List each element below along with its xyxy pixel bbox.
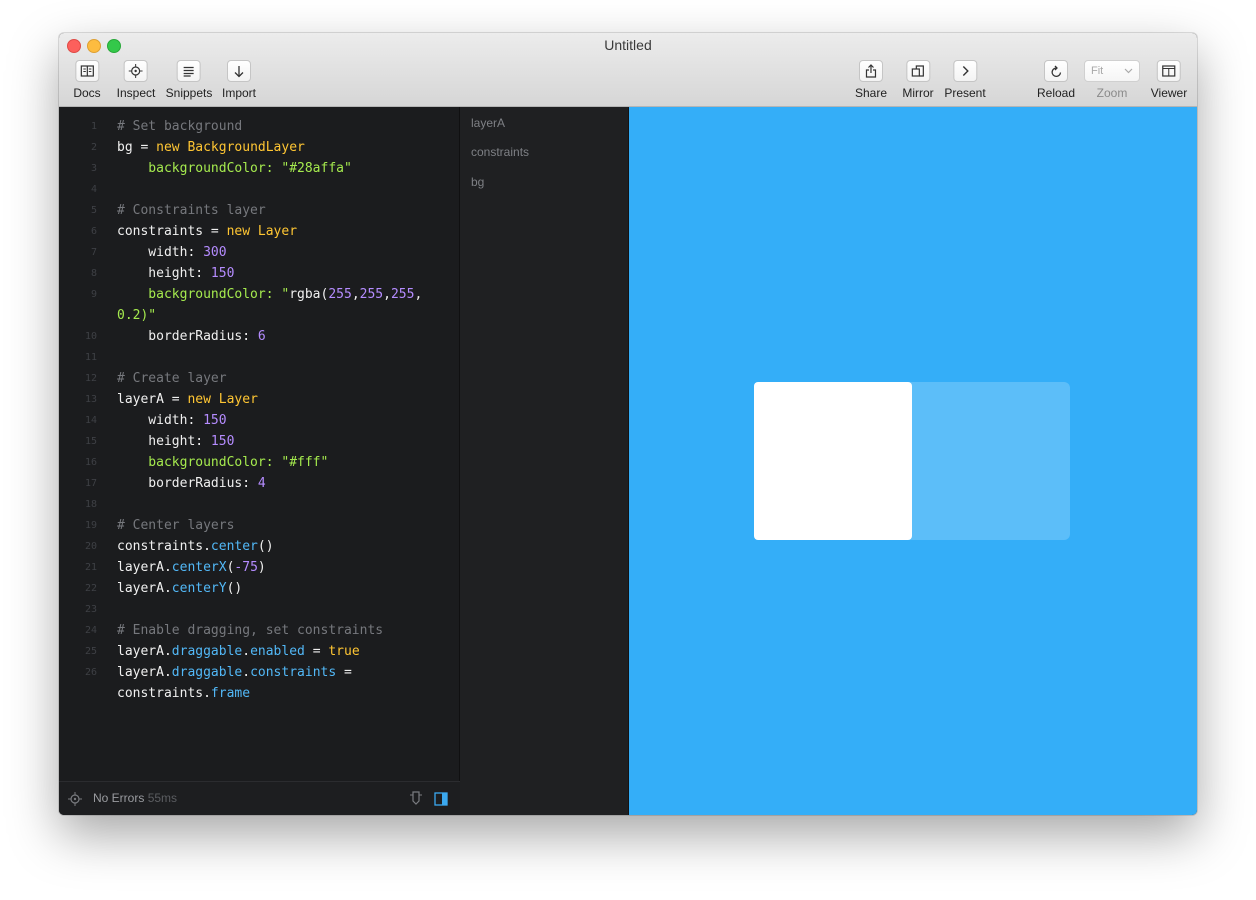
zoom-value: Fit: [1091, 65, 1104, 77]
line-number: 4: [90, 184, 97, 195]
import-label: Import: [221, 86, 257, 100]
mirror-label: Mirror: [902, 86, 934, 100]
crosshair-icon[interactable]: [68, 792, 82, 806]
line-number: 23: [84, 604, 97, 615]
present-button[interactable]: Present: [944, 60, 986, 100]
code-text: height: 150: [117, 434, 235, 449]
code-text: # Create layer: [117, 371, 227, 386]
zoom-control[interactable]: Fit Zoom: [1084, 60, 1140, 100]
snippets-button[interactable]: Snippets: [165, 60, 213, 100]
status-time: 55ms: [147, 791, 178, 805]
list-icon: [176, 60, 201, 82]
layerA-draggable[interactable]: [754, 382, 912, 540]
code-text: layerA.centerY(): [117, 581, 243, 596]
code-text: borderRadius: 6: [117, 329, 266, 344]
line-number: 8: [90, 268, 97, 279]
line-number: 9: [90, 289, 97, 300]
line-number: 22: [84, 583, 97, 594]
line-number: 17: [84, 478, 97, 489]
code-text: borderRadius: 4: [117, 476, 266, 491]
share-button[interactable]: Share: [855, 60, 887, 100]
code-text: constraints.center(): [117, 539, 274, 554]
line-number: 25: [84, 646, 97, 657]
book-icon: [75, 60, 99, 82]
present-label: Present: [944, 86, 986, 100]
viewer-label: Viewer: [1150, 86, 1188, 100]
window-title: Untitled: [604, 37, 652, 53]
status-message: No Errors: [93, 791, 145, 805]
line-number: 21: [84, 562, 97, 573]
layer-item-bg[interactable]: bg: [471, 175, 484, 189]
code-text: width: 150: [117, 413, 227, 428]
app-window: Untitled Docs Inspect Snippets Import Sh…: [59, 33, 1197, 815]
preview-canvas[interactable]: [629, 107, 1197, 815]
line-number: 7: [90, 247, 97, 258]
line-number: 12: [84, 373, 97, 384]
line-number: 5: [90, 205, 97, 216]
code-text: layerA.draggable.constraints =: [117, 665, 352, 680]
code-text: backgroundColor: "#fff": [117, 455, 329, 470]
code-text: backgroundColor: "#28affa": [117, 161, 352, 176]
mirror-icon: [905, 60, 930, 82]
line-number: 14: [84, 415, 97, 426]
device-icon[interactable]: [409, 791, 423, 806]
line-number: 11: [84, 352, 97, 363]
inspect-button[interactable]: Inspect: [116, 60, 156, 100]
code-text: 0.2)": [117, 308, 157, 323]
line-number: 24: [84, 625, 97, 636]
line-number: 2: [90, 142, 97, 153]
line-number: 15: [84, 436, 97, 447]
line-number: 3: [90, 163, 97, 174]
line-number: 16: [84, 457, 97, 468]
code-text: layerA.centerX(-75): [117, 560, 266, 575]
share-label: Share: [854, 86, 888, 100]
crosshair-icon: [123, 60, 148, 82]
chevron-right-icon: [952, 60, 977, 82]
code-editor[interactable]: 1 # Set background 2 bg = new BackgroundLay…: [59, 107, 460, 815]
code-text: constraints.frame: [117, 686, 251, 701]
import-button[interactable]: Import: [222, 60, 256, 100]
layer-item-layerA[interactable]: layerA: [471, 116, 505, 130]
line-number: 19: [84, 520, 97, 531]
code-text: # Constraints layer: [117, 203, 266, 218]
viewer-icon: [1157, 60, 1181, 82]
line-number: 1: [90, 121, 97, 132]
code-text: # Enable dragging, set constraints: [117, 623, 384, 638]
layer-item-constraints[interactable]: constraints: [471, 145, 529, 159]
code-text: # Set background: [117, 119, 243, 134]
code-text: bg = new BackgroundLayer: [117, 140, 305, 155]
status-bar: No Errors 55ms: [59, 781, 460, 815]
viewer-button[interactable]: Viewer: [1151, 60, 1187, 100]
line-number: 13: [84, 394, 97, 405]
zoom-label: Zoom: [1096, 86, 1128, 100]
line-number: 18: [84, 499, 97, 510]
mirror-button[interactable]: Mirror: [902, 60, 934, 100]
reload-button[interactable]: Reload: [1037, 60, 1075, 100]
code-text: # Center layers: [117, 518, 235, 533]
code-text: height: 150: [117, 266, 235, 281]
arrow-down-icon: [226, 60, 251, 82]
inspect-label: Inspect: [116, 86, 156, 100]
docs-label: Docs: [73, 86, 101, 100]
titlebar: Untitled Docs Inspect Snippets Import Sh…: [59, 33, 1197, 107]
reload-label: Reload: [1036, 86, 1076, 100]
reload-icon: [1044, 60, 1068, 82]
code-text: layerA.draggable.enabled = true: [117, 644, 360, 659]
code-text: backgroundColor: "rgba(255,255,255,: [117, 287, 423, 302]
line-number: 26: [84, 667, 97, 678]
snippets-label: Snippets: [165, 86, 213, 100]
line-number: 20: [84, 541, 97, 552]
status-text: No Errors 55ms: [93, 791, 177, 805]
share-icon: [859, 60, 883, 82]
line-number: 10: [84, 331, 97, 342]
chevron-down-icon: [1124, 68, 1133, 74]
code-text: width: 300: [117, 245, 227, 260]
zoom-select[interactable]: Fit: [1084, 60, 1140, 82]
docs-button[interactable]: Docs: [73, 60, 101, 100]
code-text: constraints = new Layer: [117, 224, 298, 239]
line-number: 6: [90, 226, 97, 237]
layers-panel: layerA constraints bg: [460, 107, 629, 815]
panel-toggle-icon[interactable]: [434, 792, 448, 806]
code-text: layerA = new Layer: [117, 392, 258, 407]
